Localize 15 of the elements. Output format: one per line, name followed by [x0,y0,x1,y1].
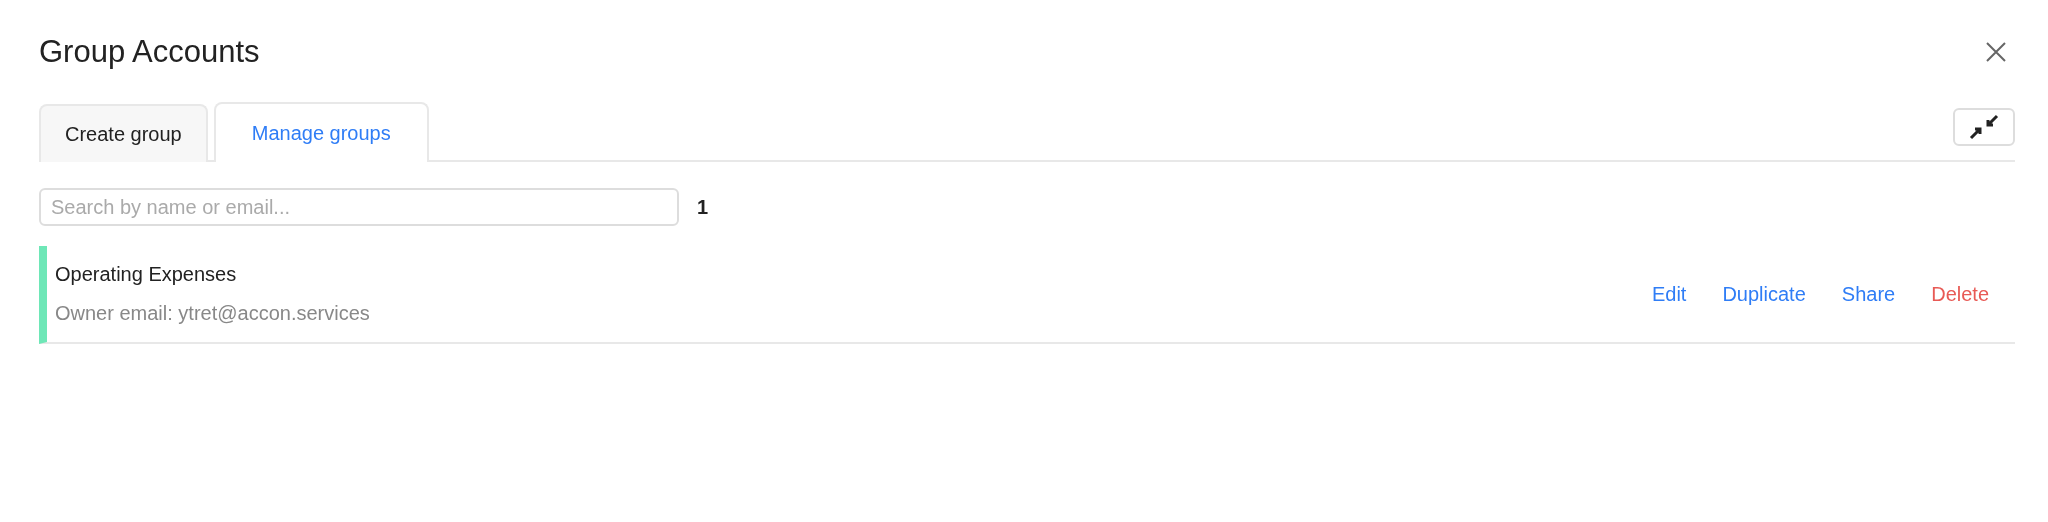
tab[interactable]: Create group [39,104,208,162]
search-field[interactable]: Search by name or email... [39,188,679,226]
collapse-button[interactable] [1953,108,2015,146]
close-icon[interactable] [1985,41,2007,63]
action-link[interactable]: Edit [1633,282,1705,306]
result-count: 1 [697,195,709,219]
action-link[interactable]: Share [1823,282,1914,306]
action-link[interactable]: Delete [1913,282,2007,306]
action-link[interactable]: Duplicate [1704,282,1824,306]
group-name: Operating Expenses [55,263,238,286]
group-row[interactable]: Operating Expenses Owner email: ytret@accon.services Edit Duplicate Share Delete [39,246,2015,344]
tab[interactable]: Manage groups [213,102,429,162]
owner-email: Owner email: ytret@accon.services [55,302,371,325]
collapse-icon [1967,112,2001,142]
dialog-title: Group Accounts [39,34,260,70]
